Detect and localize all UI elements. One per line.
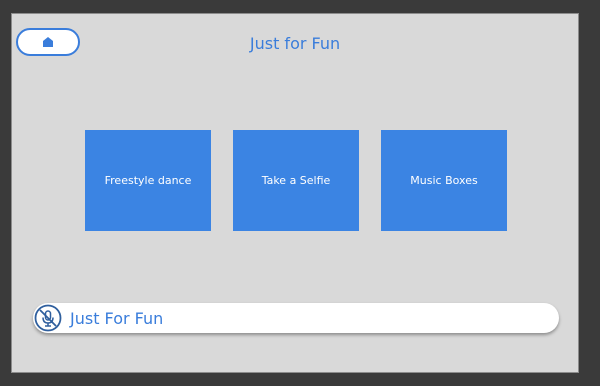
tile-music-boxes[interactable]: Music Boxes: [381, 130, 507, 231]
footer-label: Just For Fun: [70, 308, 164, 328]
page-title: Just for Fun: [249, 34, 341, 53]
tile-grid: Freestyle dance Take a Selfie Music Boxe…: [85, 130, 507, 231]
app-window: Just for Fun Freestyle dance Take a Self…: [11, 13, 579, 373]
tile-freestyle-dance[interactable]: Freestyle dance: [85, 130, 211, 231]
tile-take-a-selfie[interactable]: Take a Selfie: [233, 130, 359, 231]
voice-status-bar[interactable]: Just For Fun: [33, 303, 559, 333]
mic-off-icon[interactable]: [34, 304, 62, 332]
